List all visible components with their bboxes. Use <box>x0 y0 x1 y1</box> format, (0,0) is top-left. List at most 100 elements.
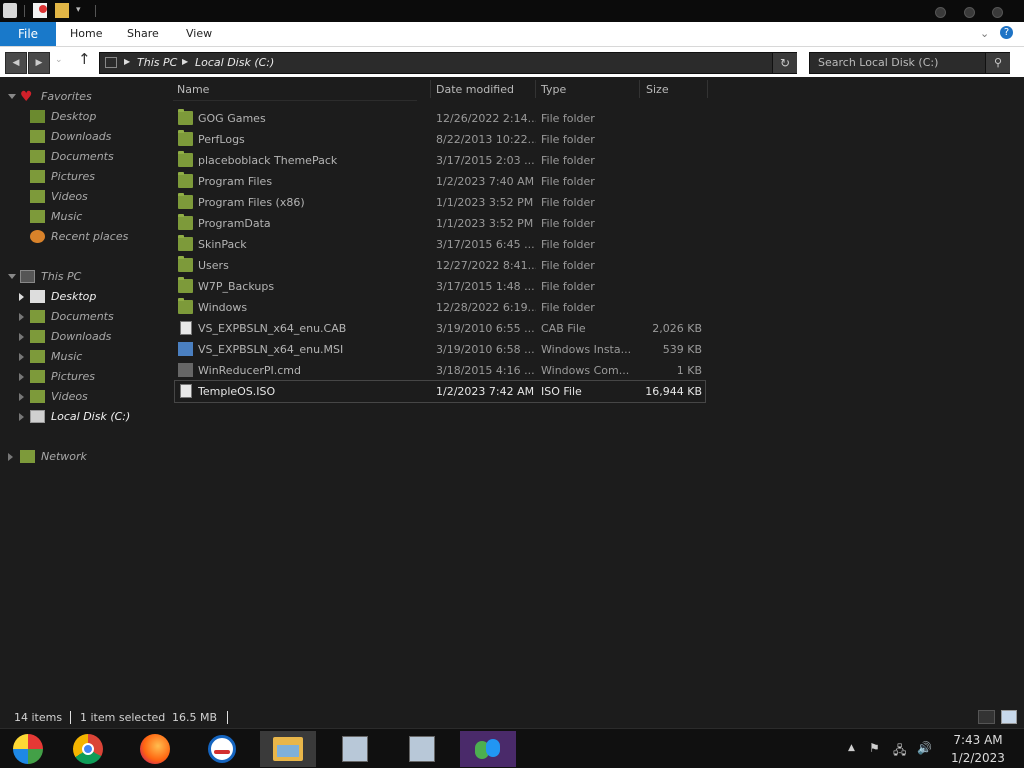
chevron-right-icon[interactable]: ▶ <box>182 57 188 66</box>
forward-button[interactable]: ▶ <box>28 52 50 74</box>
expand-icon[interactable] <box>19 293 24 301</box>
nav-this-pc-local-disk[interactable]: Local Disk (C:) <box>0 407 160 427</box>
file-type: File folder <box>541 238 595 251</box>
taskbar-installer-2[interactable] <box>394 731 450 767</box>
breadcrumb-local-disk[interactable]: Local Disk (C:) <box>195 56 274 69</box>
column-divider[interactable] <box>639 80 640 98</box>
file-row[interactable]: Users 12/27/2022 8:41... File folder <box>175 255 705 276</box>
start-button[interactable] <box>0 731 56 767</box>
file-size: 539 KB <box>662 343 702 356</box>
nav-favorites[interactable]: ♥ Favorites <box>0 87 160 107</box>
taskbar-messenger[interactable] <box>460 731 516 767</box>
column-header-date[interactable]: Date modified <box>436 83 514 96</box>
taskbar-firefox[interactable] <box>127 731 183 767</box>
column-divider[interactable] <box>707 80 708 98</box>
nav-label: Recent places <box>51 230 129 243</box>
expand-icon[interactable] <box>19 373 24 381</box>
column-divider[interactable] <box>430 80 431 98</box>
taskbar-installer-1[interactable] <box>327 731 383 767</box>
expand-icon[interactable] <box>19 333 24 341</box>
nav-this-pc-documents[interactable]: Documents <box>0 307 160 327</box>
file-row[interactable]: PerfLogs 8/22/2013 10:22... File folder <box>175 129 705 150</box>
nav-this-pc-music[interactable]: Music <box>0 347 160 367</box>
back-button[interactable]: ◀ <box>5 52 27 74</box>
file-row[interactable]: WinReducerPI.cmd 3/18/2015 4:16 ... Window… <box>175 360 705 381</box>
file-date: 3/17/2015 2:03 ... <box>436 154 535 167</box>
refresh-icon[interactable]: ↻ <box>772 53 797 73</box>
volume-icon[interactable]: 🔊 <box>917 741 932 755</box>
column-header-name[interactable]: Name <box>177 83 209 96</box>
expand-icon[interactable] <box>19 353 24 361</box>
chevron-right-icon[interactable]: ▶ <box>124 57 130 66</box>
tab-view[interactable]: View <box>186 22 212 46</box>
properties-icon[interactable] <box>33 3 47 18</box>
header-underline <box>173 100 417 101</box>
clock-date[interactable]: 1/2/2023 <box>946 751 1010 765</box>
close-button[interactable] <box>992 7 1003 18</box>
nav-this-pc-pictures[interactable]: Pictures <box>0 367 160 387</box>
nav-network[interactable]: Network <box>0 447 160 467</box>
file-name: WinReducerPI.cmd <box>198 364 301 377</box>
expand-icon[interactable] <box>8 453 13 461</box>
nav-favorites-videos[interactable]: Videos <box>0 187 160 207</box>
file-row[interactable]: Program Files 1/2/2023 7:40 AM File folder <box>175 171 705 192</box>
column-divider[interactable] <box>535 80 536 98</box>
column-header-type[interactable]: Type <box>541 83 566 96</box>
file-row[interactable]: TempleOS.ISO 1/2/2023 7:42 AM ISO File 16,9… <box>174 380 706 403</box>
nav-favorites-documents[interactable]: Documents <box>0 147 160 167</box>
file-row[interactable]: GOG Games 12/26/2022 2:14... File folder <box>175 108 705 129</box>
expand-icon[interactable] <box>19 313 24 321</box>
details-view-icon[interactable] <box>978 710 995 724</box>
tab-file[interactable]: File <box>0 22 56 46</box>
expand-icon[interactable] <box>19 413 24 421</box>
file-icon <box>180 384 192 398</box>
folder-icon <box>178 193 193 209</box>
tab-share[interactable]: Share <box>127 22 159 46</box>
show-hidden-icons-icon[interactable]: ▲ <box>848 743 855 753</box>
file-row[interactable]: Windows 12/28/2022 6:19... File folder <box>175 297 705 318</box>
file-row[interactable]: W7P_Backups 3/17/2015 1:48 ... File folder <box>175 276 705 297</box>
address-bar[interactable]: ▶ This PC ▶ Local Disk (C:) ↻ <box>99 52 797 74</box>
nav-this-pc-videos[interactable]: Videos <box>0 387 160 407</box>
help-icon[interactable]: ? <box>1000 26 1013 39</box>
customize-quick-access-icon[interactable]: ▾ <box>76 5 81 15</box>
column-header-size[interactable]: Size <box>646 83 669 96</box>
nav-favorites-downloads[interactable]: Downloads <box>0 127 160 147</box>
collapse-icon[interactable] <box>8 94 16 99</box>
item-count: 14 items <box>14 711 63 724</box>
taskbar-app[interactable] <box>194 731 250 767</box>
chevron-down-icon[interactable]: ⌄ <box>980 27 989 40</box>
file-row[interactable]: ProgramData 1/1/2023 3:52 PM File folder <box>175 213 705 234</box>
action-center-flag-icon[interactable]: ⚑ <box>869 741 880 755</box>
file-row[interactable]: placeboblack ThemePack 3/17/2015 2:03 ...… <box>175 150 705 171</box>
file-row[interactable]: VS_EXPBSLN_x64_enu.MSI 3/19/2010 6:58 ...… <box>175 339 705 360</box>
breadcrumb-this-pc[interactable]: This PC <box>137 56 177 69</box>
taskbar-file-explorer[interactable] <box>260 731 316 767</box>
tab-home[interactable]: Home <box>70 22 102 46</box>
up-arrow-icon[interactable]: ↑ <box>78 50 91 68</box>
new-folder-icon[interactable] <box>55 3 69 18</box>
nav-this-pc-downloads[interactable]: Downloads <box>0 327 160 347</box>
collapse-icon[interactable] <box>8 274 16 279</box>
nav-favorites-pictures[interactable]: Pictures <box>0 167 160 187</box>
nav-favorites-recent-places[interactable]: Recent places <box>0 227 160 247</box>
file-row[interactable]: SkinPack 3/17/2015 6:45 ... File folder <box>175 234 705 255</box>
maximize-button[interactable] <box>964 7 975 18</box>
search-icon[interactable]: ⚲ <box>985 53 1010 73</box>
nav-this-pc-desktop[interactable]: Desktop <box>0 287 160 307</box>
nav-favorites-desktop[interactable]: Desktop <box>0 107 160 127</box>
file-row[interactable]: VS_EXPBSLN_x64_enu.CAB 3/19/2010 6:55 ...… <box>175 318 705 339</box>
search-box[interactable]: Search Local Disk (C:) ⚲ <box>809 52 1010 74</box>
taskbar-chrome[interactable] <box>60 731 116 767</box>
large-icons-view-icon[interactable] <box>1001 710 1017 724</box>
file-row[interactable]: Program Files (x86) 1/1/2023 3:52 PM File … <box>175 192 705 213</box>
search-input[interactable]: Search Local Disk (C:) <box>818 56 938 69</box>
nav-favorites-music[interactable]: Music <box>0 207 160 227</box>
expand-icon[interactable] <box>19 393 24 401</box>
minimize-button[interactable] <box>935 7 946 18</box>
clock-time[interactable]: 7:43 AM <box>946 733 1010 747</box>
recent-locations-icon[interactable]: ⌄ <box>55 55 63 65</box>
window-menu-icon[interactable] <box>3 3 17 18</box>
network-tray-icon[interactable]: 🖧 <box>893 741 906 762</box>
nav-this-pc[interactable]: This PC <box>0 267 160 287</box>
